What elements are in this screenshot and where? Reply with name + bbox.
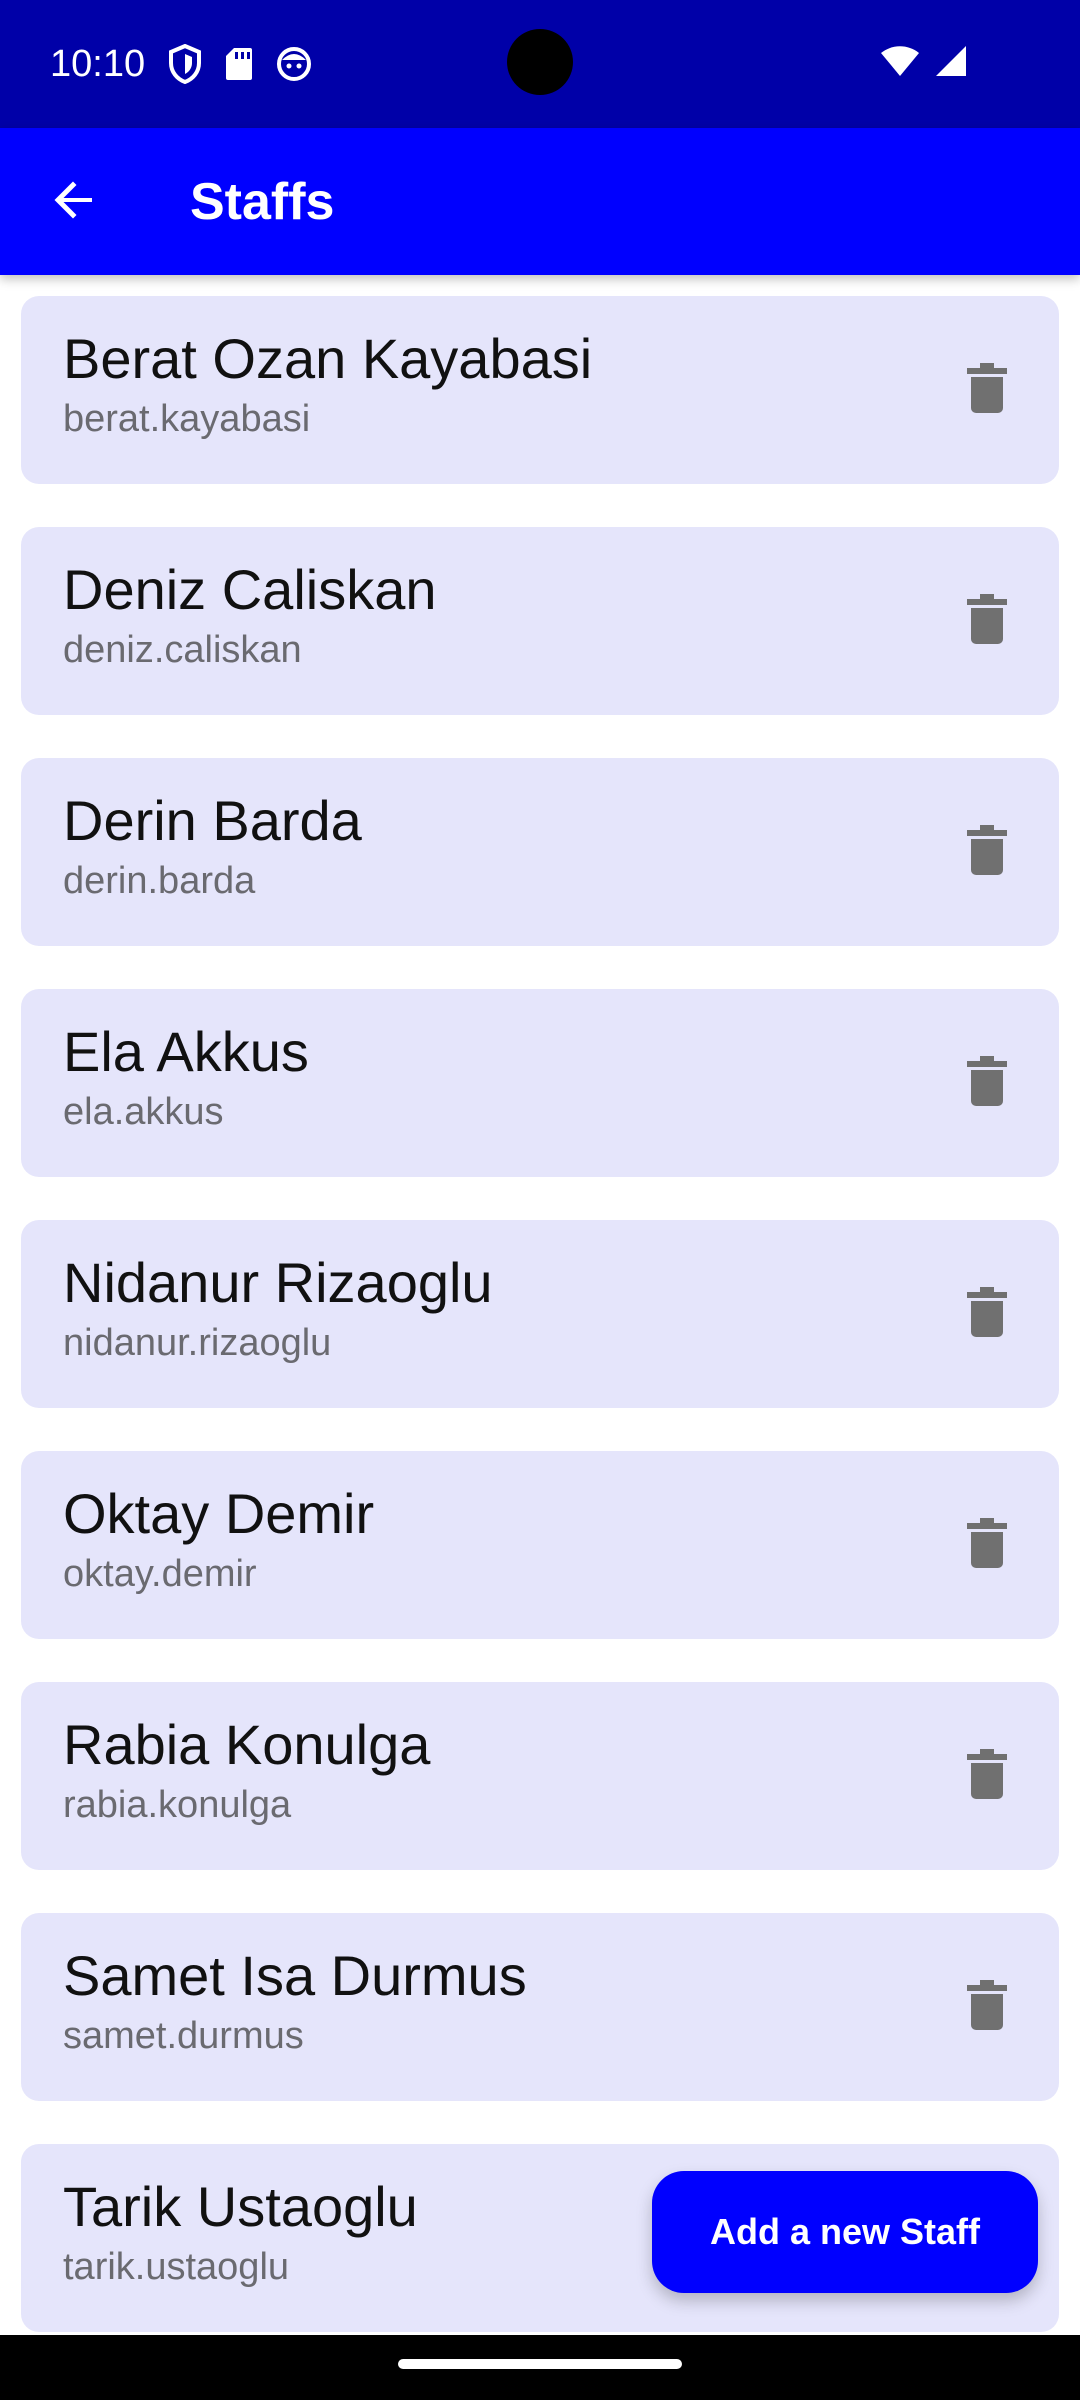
trash-icon	[967, 362, 1007, 418]
staff-username: tarik.ustaoglu	[63, 2246, 290, 2288]
arrow-back-icon	[50, 176, 98, 229]
delete-staff-button[interactable]	[939, 342, 1035, 438]
staff-card[interactable]: Oktay Demir oktay.demir	[21, 1451, 1059, 1639]
staff-name: Berat Ozan Kayabasi	[63, 327, 593, 390]
staff-username: deniz.caliskan	[63, 629, 302, 671]
staff-username: nidanur.rizaoglu	[63, 1322, 332, 1364]
staff-username: derin.barda	[63, 860, 256, 902]
staff-card[interactable]: Rabia Konulga rabia.konulga	[21, 1682, 1059, 1870]
delete-staff-button[interactable]	[939, 1959, 1035, 2055]
add-staff-button[interactable]: Add a new Staff	[652, 2171, 1038, 2293]
delete-staff-button[interactable]	[939, 1035, 1035, 1131]
delete-staff-button[interactable]	[939, 1497, 1035, 1593]
status-time: 10:10	[50, 43, 146, 85]
wifi-icon	[880, 44, 920, 83]
navigation-bar	[0, 2335, 1080, 2400]
home-indicator[interactable]	[398, 2359, 682, 2369]
status-icons-left	[168, 44, 312, 84]
staff-card[interactable]: Deniz Caliskan deniz.caliskan	[21, 527, 1059, 715]
back-button[interactable]	[36, 164, 112, 240]
app-bar: Staffs	[0, 128, 1080, 275]
face-icon	[276, 46, 312, 82]
staff-username: ela.akkus	[63, 1091, 224, 1133]
trash-icon	[967, 593, 1007, 649]
delete-staff-button[interactable]	[939, 573, 1035, 669]
staff-name: Tarik Ustaoglu	[63, 2175, 418, 2238]
staff-list[interactable]: Berat Ozan Kayabasi berat.kayabasi Deniz…	[0, 275, 1080, 2335]
shield-icon	[168, 44, 202, 84]
staff-card[interactable]: Ela Akkus ela.akkus	[21, 989, 1059, 1177]
staff-name: Deniz Caliskan	[63, 558, 437, 621]
status-bar: 10:10	[0, 0, 1080, 128]
trash-icon	[967, 824, 1007, 880]
cell-signal-icon	[934, 44, 968, 83]
staff-username: oktay.demir	[63, 1553, 257, 1595]
staff-name: Ela Akkus	[63, 1020, 309, 1083]
delete-staff-button[interactable]	[939, 804, 1035, 900]
staff-name: Samet Isa Durmus	[63, 1944, 527, 2007]
staff-name: Derin Barda	[63, 789, 362, 852]
trash-icon	[967, 1979, 1007, 2035]
staff-card[interactable]: Nidanur Rizaoglu nidanur.rizaoglu	[21, 1220, 1059, 1408]
delete-staff-button[interactable]	[939, 1266, 1035, 1362]
trash-icon	[967, 1055, 1007, 1111]
staff-username: rabia.konulga	[63, 1784, 292, 1826]
staff-card[interactable]: Berat Ozan Kayabasi berat.kayabasi	[21, 296, 1059, 484]
staff-username: samet.durmus	[63, 2015, 304, 2057]
status-icons-right	[880, 44, 968, 83]
staff-name: Nidanur Rizaoglu	[63, 1251, 493, 1314]
staff-name: Oktay Demir	[63, 1482, 375, 1545]
trash-icon	[967, 1748, 1007, 1804]
staff-card[interactable]: Derin Barda derin.barda	[21, 758, 1059, 946]
staff-card[interactable]: Samet Isa Durmus samet.durmus	[21, 1913, 1059, 2101]
page-title: Staffs	[190, 173, 335, 231]
staff-name: Rabia Konulga	[63, 1713, 431, 1776]
sd-card-icon	[224, 46, 254, 82]
trash-icon	[967, 1286, 1007, 1342]
delete-staff-button[interactable]	[939, 1728, 1035, 1824]
camera-cutout	[507, 29, 573, 95]
staff-username: berat.kayabasi	[63, 398, 311, 440]
trash-icon	[967, 1517, 1007, 1573]
